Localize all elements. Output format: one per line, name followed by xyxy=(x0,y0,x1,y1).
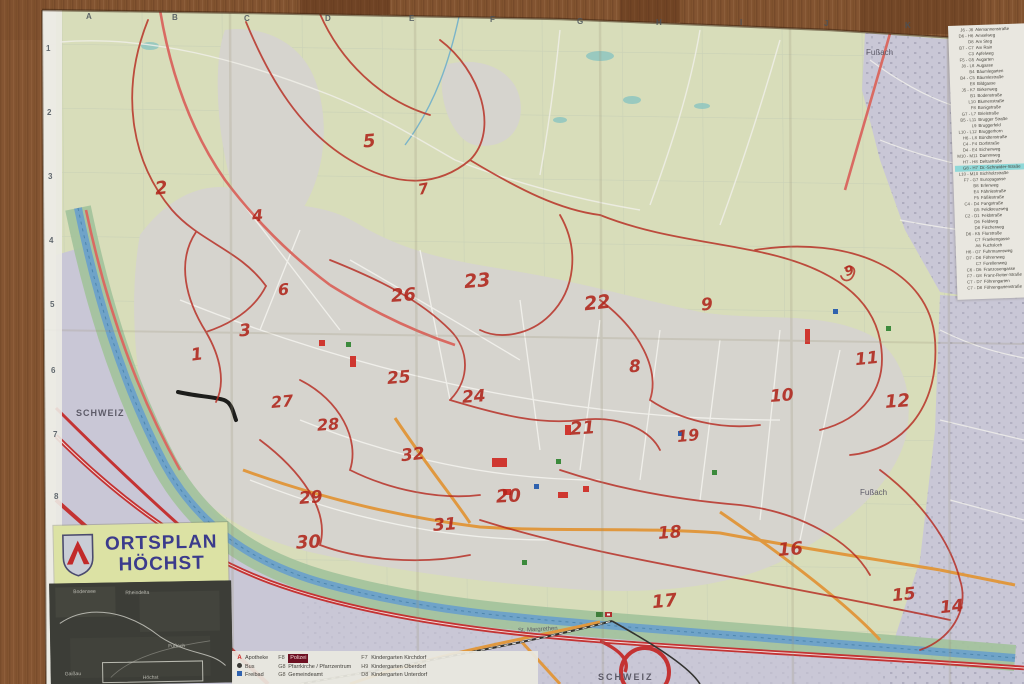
legend-label: Gemeindeamt xyxy=(288,671,323,680)
legend-label: Bus xyxy=(245,663,254,672)
legend-row: G8Pfarrkirche / Pfarrzentrum xyxy=(278,663,351,672)
inset-label-rheindelta: Rheindelta xyxy=(125,590,149,596)
legend-grid-ref: H9 xyxy=(361,663,371,672)
legend-row: F8Polizei xyxy=(278,654,351,663)
legend-row: Freibad xyxy=(236,671,268,680)
legend-column-symbols: AApothekeBusFreibad xyxy=(236,654,268,681)
legend-row: Bus xyxy=(236,663,268,672)
hoechst-coat-of-arms xyxy=(61,531,96,580)
legend-row: H9Kindergarten Oberdorf xyxy=(361,663,427,672)
legend-row: F7Kindergarten Kirchdorf xyxy=(361,654,427,663)
legend-label: Polizei xyxy=(288,654,308,663)
label-schweiz-bottom: SCHWEIZ xyxy=(598,672,654,682)
legend-column-public: F8PolizeiG8Pfarrkirche / PfarrzentrumG8G… xyxy=(278,654,351,681)
map-title-line2: HÖCHST xyxy=(95,552,228,576)
legend-label: Pfarrkirche / Pfarrzentrum xyxy=(288,663,351,672)
overview-inset-map: Bodensee Rheindelta Fußach Gaißau Höchst xyxy=(49,580,233,684)
inset-label-fußach: Fußach xyxy=(168,643,185,649)
inset-label-bodensee: Bodensee xyxy=(73,589,96,595)
legend-column-kindergarten: F7Kindergarten KirchdorfH9Kindergarten O… xyxy=(361,654,427,681)
photo-of-paper-map: ABCDEFGHIJK 12345678 1234567899101112141… xyxy=(0,0,1024,684)
legend-grid-ref: D8 xyxy=(361,671,371,680)
legend-grid-ref: G8 xyxy=(278,671,288,680)
street-index-panel: J6 - J8AlemannenstraßeD6 - H6AmselwegD8A… xyxy=(948,23,1024,300)
title-block: ORTSPLAN HÖCHST xyxy=(53,522,228,586)
legend-label: Freibad xyxy=(245,671,264,680)
map-legend: AApothekeBusFreibad F8PolizeiG8Pfarrkirc… xyxy=(232,651,538,684)
label-schweiz: SCHWEIZ xyxy=(76,408,125,418)
bus-icon xyxy=(236,663,243,672)
inset-label-höchst: Höchst xyxy=(143,675,159,681)
street-index-grid-ref: C7 - D8 xyxy=(959,285,982,292)
label-fussach-top: Fußach xyxy=(866,48,893,57)
legend-row: D8Kindergarten Unterdorf xyxy=(361,671,427,680)
street-index-street-name: Föhrengartenstraße xyxy=(984,283,1024,291)
legend-label: Kindergarten Oberdorf xyxy=(371,663,426,672)
pharmacy-icon: A xyxy=(236,654,243,663)
map-title: ORTSPLAN HÖCHST xyxy=(95,531,229,576)
legend-grid-ref: F7 xyxy=(361,654,371,663)
legend-row: AApotheke xyxy=(236,654,268,663)
pool-icon xyxy=(236,671,243,680)
legend-grid-ref: F8 xyxy=(278,654,288,663)
legend-row: G8Gemeindeamt xyxy=(278,671,351,680)
legend-grid-ref: G8 xyxy=(278,663,288,672)
legend-label: Apotheke xyxy=(245,654,268,663)
map-title-line1: ORTSPLAN xyxy=(95,531,228,555)
label-fussach-right: Fußach xyxy=(860,488,887,497)
legend-label: Kindergarten Unterdorf xyxy=(371,671,427,680)
legend-label: Kindergarten Kirchdorf xyxy=(371,654,426,663)
inset-label-gaißau: Gaißau xyxy=(65,671,82,677)
